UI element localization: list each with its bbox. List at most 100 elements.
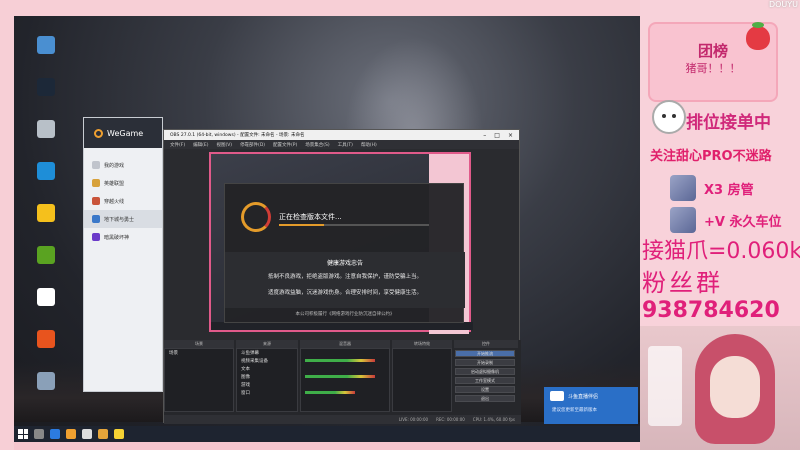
stream-screen: WeGame 我的游戏 英雄联盟 穿越火线 地下城与勇士 暗黑破坏神 OBS 2… [0,0,800,450]
cat-icon [652,100,686,134]
source-item[interactable]: 游戏 [237,381,297,389]
audio-meter [305,359,375,362]
menu-scene-collection[interactable]: 场景集合(S) [305,142,329,148]
audio-mixer [300,348,390,412]
loading-progress [279,224,429,226]
game-icon [92,179,100,187]
obs-icon[interactable] [82,429,92,439]
desktop-icon[interactable] [30,120,62,158]
desktop-icon[interactable] [30,372,62,410]
start-streaming-button[interactable]: 开始推流 [455,350,515,357]
rank-text: +V 永久车位 [704,214,782,230]
virtual-camera-button[interactable]: 启动虚拟摄像机 [455,368,515,375]
menu-docks[interactable]: 停靠部件(D) [240,142,265,148]
overlay-fan-group: 粉丝群 [642,269,723,297]
wegame-header: WeGame [84,118,162,148]
app-icon [37,330,55,348]
live-time: LIVE: 00:00:00 [398,417,429,422]
mixer-header: 混音器 [300,340,390,348]
cpu-fps: CPU: 1.4%, 60.00 fps [472,417,515,422]
wegame-item-label: 我的游戏 [104,162,125,169]
desktop-icon[interactable] [30,246,62,284]
stream-overlay: DOUYU 团榜 猪哥！！！ 排位接单中 关注甜心PRO不迷路 X3 房管 +V… [640,0,800,450]
wegame-item[interactable]: 英雄联盟 [84,174,162,192]
menu-view[interactable]: 视图(V) [216,142,232,148]
desktop-icons [30,36,62,414]
loading-spinner-icon [241,202,271,232]
audio-meter [305,375,375,378]
source-item[interactable]: 斗鱼弹幕 [237,349,297,357]
sources-header: 来源 [236,340,298,348]
steam-icon [37,78,55,96]
menu-profile[interactable]: 配置文件(P) [273,142,297,148]
menu-tools[interactable]: 工具(T) [338,142,353,148]
source-item[interactable]: 图像 [237,373,297,381]
wegame-icon[interactable] [66,429,76,439]
board-subtitle: 猪哥！！！ [685,62,741,75]
toast-title: 斗鱼直播伴侣 [568,394,599,400]
game-icon [37,204,55,222]
wegame-logo-icon [94,128,103,138]
source-item[interactable]: 视频采集设备 [237,357,297,365]
wegame-item[interactable]: 我的游戏 [84,156,162,174]
folder-icon [37,372,55,390]
minimize-icon[interactable]: – [483,132,486,139]
game-icon[interactable] [98,429,108,439]
source-item[interactable]: 窗口 [237,389,297,397]
studio-mode-button[interactable]: 工作室模式 [455,377,515,384]
folder-icon[interactable] [114,429,124,439]
rank-row: X3 房管 [670,174,754,202]
wegame-item-label: 暗黑破坏神 [104,234,130,241]
menu-edit[interactable]: 编辑(E) [193,142,208,148]
game-loading-dialog: 正在检查版本文件... 健康游戏忠告 抵制不良游戏，拒绝盗版游戏。注意自我保护，… [224,183,465,323]
menu-file[interactable]: 文件(F) [170,142,185,148]
update-toast[interactable]: 斗鱼直播伴侣 建议您更新至最新版本 [544,387,638,424]
frame-left [0,0,14,450]
douyu-watermark: DOUYU [768,0,798,9]
scene-item[interactable]: 场景 [165,349,233,357]
transitions-header: 转场特效 [392,340,452,348]
rank-text: X3 房管 [704,182,754,198]
desktop-icon[interactable] [30,288,62,326]
edge-icon[interactable] [50,429,60,439]
game-icon [92,215,100,223]
source-item[interactable]: 文本 [237,365,297,373]
overlay-claw-price: 接猫爪=0.060k [642,239,800,264]
desktop-icon[interactable] [30,204,62,242]
obs-title: OBS 27.0.1 (64-bit, windows) - 配置文件: 未命名… [170,133,305,138]
obs-docks: 场景 来源 混音器 转场特效 控件 场景 斗鱼弹幕 视频采集设备 文本 图像 游… [164,340,521,424]
menu-help[interactable]: 帮助(H) [361,142,377,148]
sources-list: 斗鱼弹幕 视频采集设备 文本 图像 游戏 窗口 [236,348,298,412]
frame-top [0,0,640,16]
dialog-footer: 本公司积极履行《网络游戏行业防沉迷自律公约》 [295,312,395,317]
recycle-bin-icon [37,120,55,138]
wegame-item[interactable]: 暗黑破坏神 [84,228,162,246]
wegame-item[interactable]: 地下城与勇士 [84,210,162,228]
desktop-icon[interactable] [30,78,62,116]
wegame-item-label: 穿越火线 [104,198,125,205]
start-recording-button[interactable]: 开始录制 [455,359,515,366]
list-icon [92,161,100,169]
wegame-item-label: 英雄联盟 [104,180,125,187]
overlay-group-number: 938784620 [642,298,780,323]
search-icon[interactable] [34,429,44,439]
wegame-brand: WeGame [107,128,144,138]
settings-button[interactable]: 设置 [455,386,515,393]
windows-taskbar [14,426,640,442]
rocket-icon [670,207,696,233]
streamer-face [710,356,760,418]
obs-titlebar: OBS 27.0.1 (64-bit, windows) - 配置文件: 未命名… [164,130,519,140]
close-icon[interactable]: × [508,132,513,139]
wegame-item[interactable]: 穿越火线 [84,192,162,210]
exit-button[interactable]: 退出 [455,395,515,402]
toast-text: 建议您更新至最新版本 [552,408,597,413]
start-icon[interactable] [18,429,28,439]
desktop-icon[interactable] [30,162,62,200]
game-icon [92,233,100,241]
preview-taskbar [211,322,473,330]
desktop-icon[interactable] [30,330,62,368]
maximize-icon[interactable]: □ [494,132,500,139]
douyu-logo-icon [550,391,564,401]
scenes-list: 场景 [164,348,234,412]
desktop-icon[interactable] [30,36,62,74]
